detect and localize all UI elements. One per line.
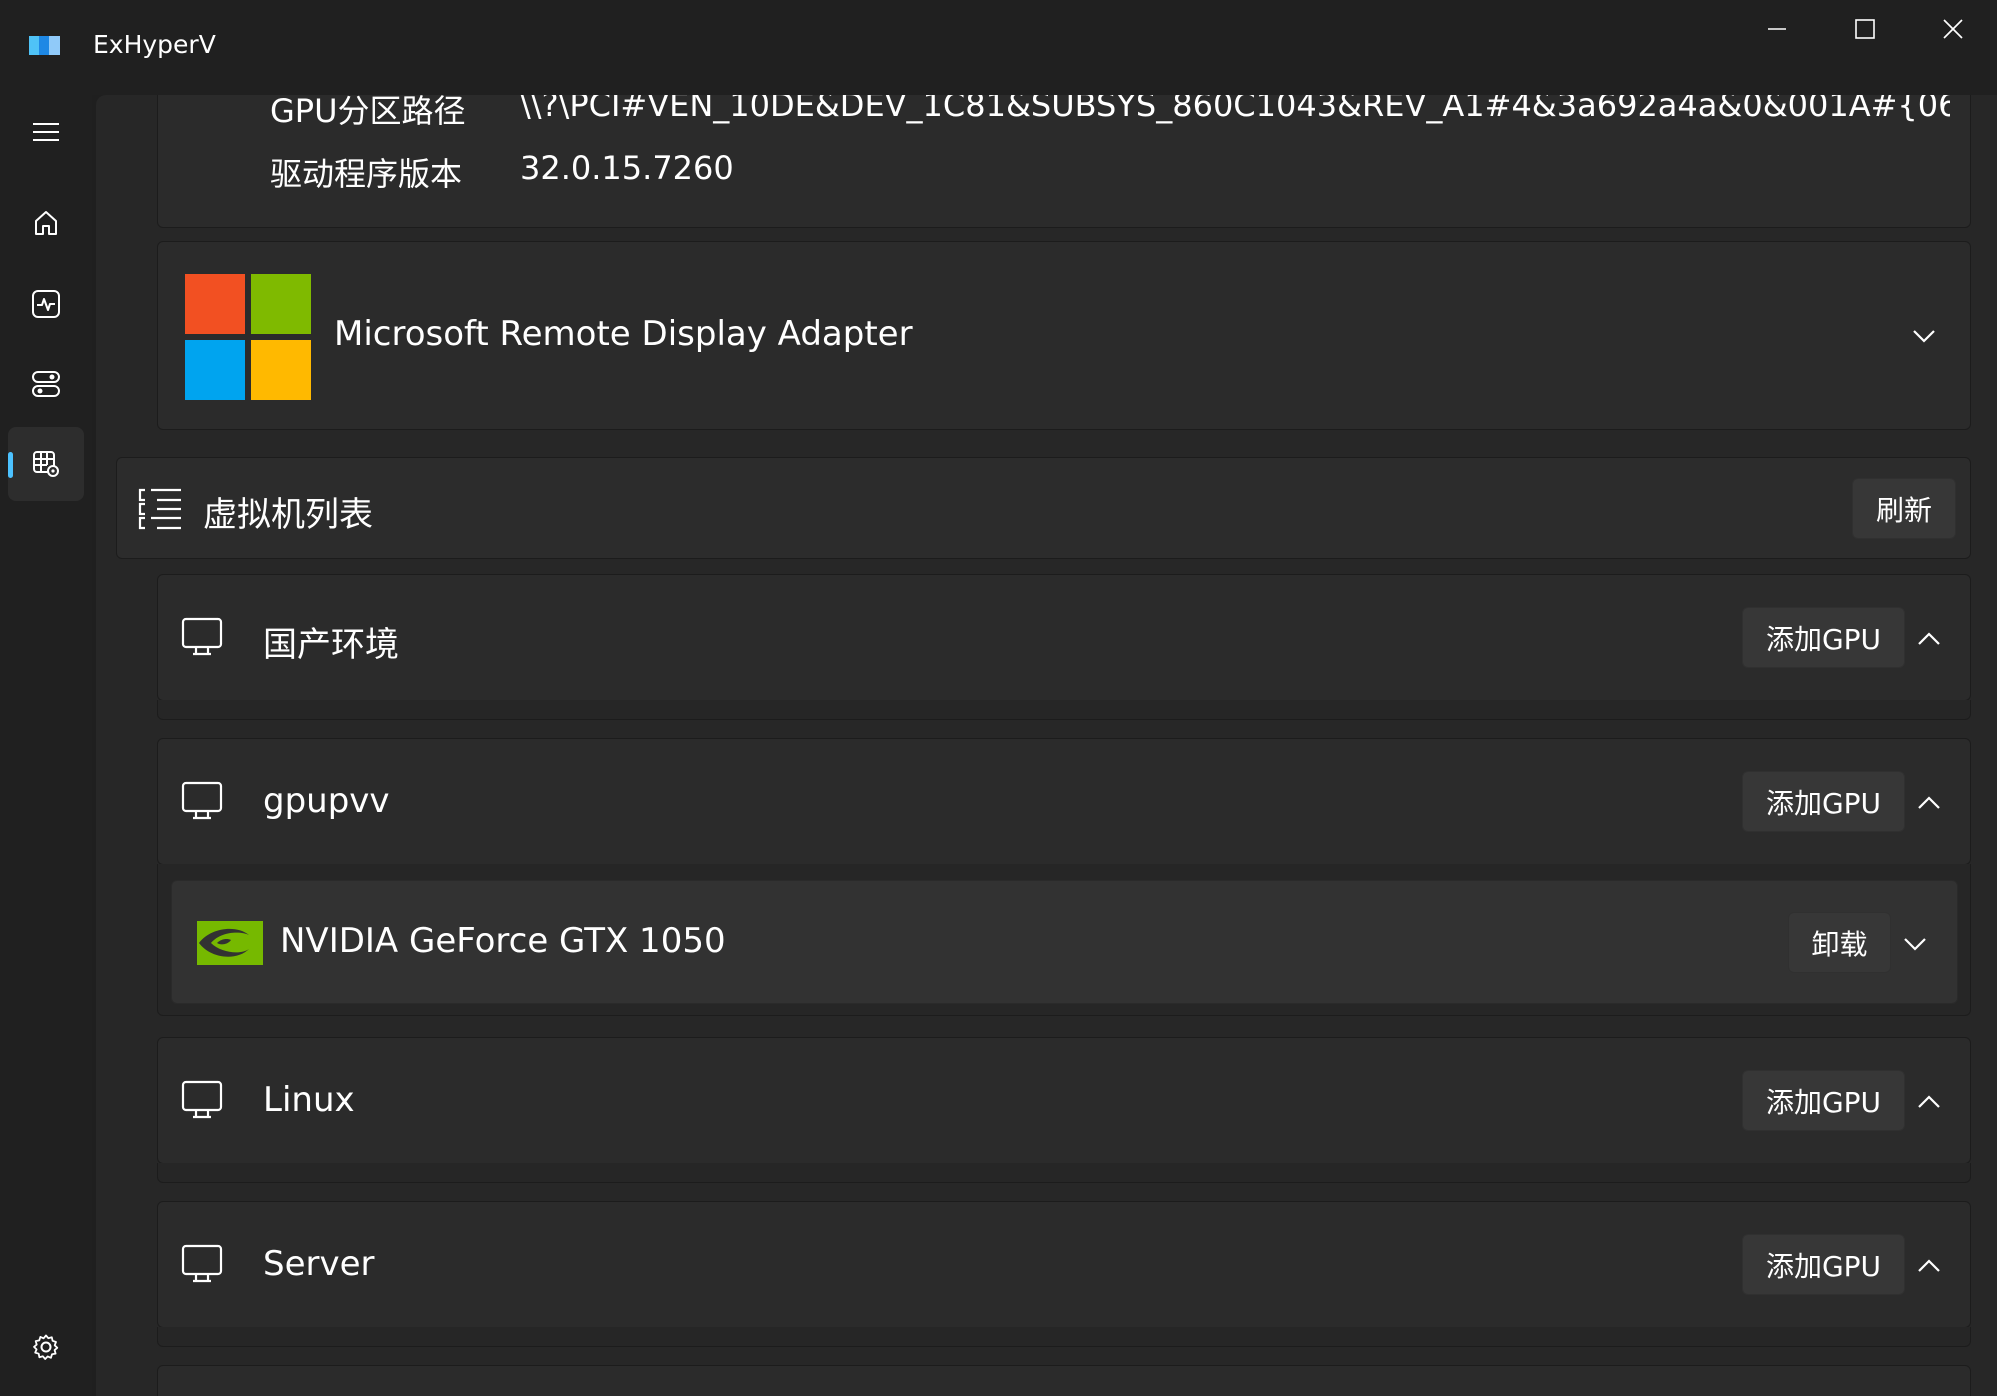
refresh-button[interactable]: 刷新 bbox=[1852, 478, 1956, 539]
gpu-details-card: GPU分区路径 \\?\PCI#VEN_10DE&DEV_1C81&SUBSYS… bbox=[157, 95, 1971, 228]
nav-item-settings[interactable] bbox=[8, 1310, 84, 1384]
vm-list-header: 虚拟机列表 刷新 bbox=[116, 457, 1971, 559]
add-gpu-button[interactable]: 添加GPU bbox=[1742, 771, 1905, 832]
list-icon bbox=[138, 488, 181, 530]
nav-item-status[interactable] bbox=[8, 267, 84, 341]
nav-item-switch[interactable] bbox=[8, 347, 84, 421]
minimize-button[interactable] bbox=[1733, 0, 1821, 58]
chevron-up-icon[interactable] bbox=[1915, 789, 1943, 817]
selection-indicator bbox=[8, 452, 13, 478]
adapter-name: Microsoft Remote Display Adapter bbox=[334, 314, 913, 354]
maximize-icon bbox=[1855, 19, 1875, 39]
title-bar: ExHyperV bbox=[0, 0, 1997, 95]
maximize-button[interactable] bbox=[1821, 0, 1909, 58]
vm-expander-gpupvv[interactable]: gpupvv 添加GPU bbox=[157, 738, 1971, 865]
monitor-icon bbox=[181, 1080, 223, 1119]
minimize-icon bbox=[1768, 28, 1786, 30]
vm-name: gpupvv bbox=[263, 781, 390, 821]
chevron-up-icon[interactable] bbox=[1915, 1088, 1943, 1116]
gpu-partition-path-label: GPU分区路径 bbox=[270, 95, 466, 130]
vm-expander-linux[interactable]: Linux 添加GPU bbox=[157, 1037, 1971, 1164]
home-icon bbox=[35, 211, 57, 235]
monitor-icon bbox=[181, 1244, 223, 1283]
activity-icon bbox=[32, 290, 60, 318]
vm-name: Linux bbox=[263, 1080, 355, 1120]
assigned-gpu-expander[interactable]: NVIDIA GeForce GTX 1050 卸载 bbox=[171, 880, 1958, 1004]
driver-version-value: 32.0.15.7260 bbox=[520, 149, 734, 187]
uninstall-button[interactable]: 卸载 bbox=[1788, 912, 1891, 973]
monitor-icon bbox=[181, 617, 223, 656]
vm-expander-server[interactable]: Server 添加GPU bbox=[157, 1201, 1971, 1328]
app-window: ExHyperV GPU分区路径 \\?\PCI#VEN_10DE&DEV_1C… bbox=[0, 0, 1997, 1396]
app-logo-icon bbox=[29, 36, 60, 55]
gpu-name: NVIDIA GeForce GTX 1050 bbox=[280, 921, 726, 961]
microsoft-logo-icon bbox=[185, 274, 313, 402]
vm-expander-content bbox=[157, 1163, 1971, 1183]
vm-expander-guochan[interactable]: 国产环境 添加GPU bbox=[157, 574, 1971, 701]
chevron-up-icon[interactable] bbox=[1915, 1252, 1943, 1280]
chevron-down-icon[interactable] bbox=[1901, 930, 1929, 958]
navigation-rail bbox=[0, 95, 92, 1396]
adapter-expander[interactable]: Microsoft Remote Display Adapter bbox=[157, 241, 1971, 430]
settings-icon bbox=[33, 1334, 59, 1360]
driver-version-label: 驱动程序版本 bbox=[270, 155, 463, 193]
add-gpu-button[interactable]: 添加GPU bbox=[1742, 607, 1905, 668]
chevron-up-icon[interactable] bbox=[1915, 625, 1943, 653]
monitor-icon bbox=[181, 781, 223, 820]
vm-expander-next[interactable] bbox=[157, 1365, 1971, 1396]
vm-expander-content bbox=[157, 1327, 1971, 1347]
nav-item-gpu[interactable] bbox=[8, 427, 84, 501]
menu-toggle-button[interactable] bbox=[8, 95, 84, 169]
main-content: GPU分区路径 \\?\PCI#VEN_10DE&DEV_1C81&SUBSYS… bbox=[96, 95, 1997, 1396]
add-gpu-button[interactable]: 添加GPU bbox=[1742, 1234, 1905, 1295]
nvidia-logo-icon bbox=[197, 921, 263, 965]
vm-name: 国产环境 bbox=[263, 625, 399, 665]
hamburger-icon bbox=[33, 123, 59, 141]
vm-expander-content bbox=[157, 700, 1971, 720]
close-button[interactable] bbox=[1909, 0, 1997, 58]
chevron-down-icon[interactable] bbox=[1910, 322, 1938, 350]
vm-list-title: 虚拟机列表 bbox=[203, 495, 373, 535]
add-gpu-button[interactable]: 添加GPU bbox=[1742, 1070, 1905, 1131]
toggle-icon bbox=[32, 371, 60, 397]
vm-name: Server bbox=[263, 1244, 375, 1284]
app-title: ExHyperV bbox=[93, 30, 216, 59]
close-icon bbox=[1943, 19, 1963, 39]
nav-item-home[interactable] bbox=[8, 186, 84, 260]
grid-settings-icon bbox=[33, 451, 59, 477]
gpu-partition-path-value: \\?\PCI#VEN_10DE&DEV_1C81&SUBSYS_860C104… bbox=[520, 95, 1950, 124]
